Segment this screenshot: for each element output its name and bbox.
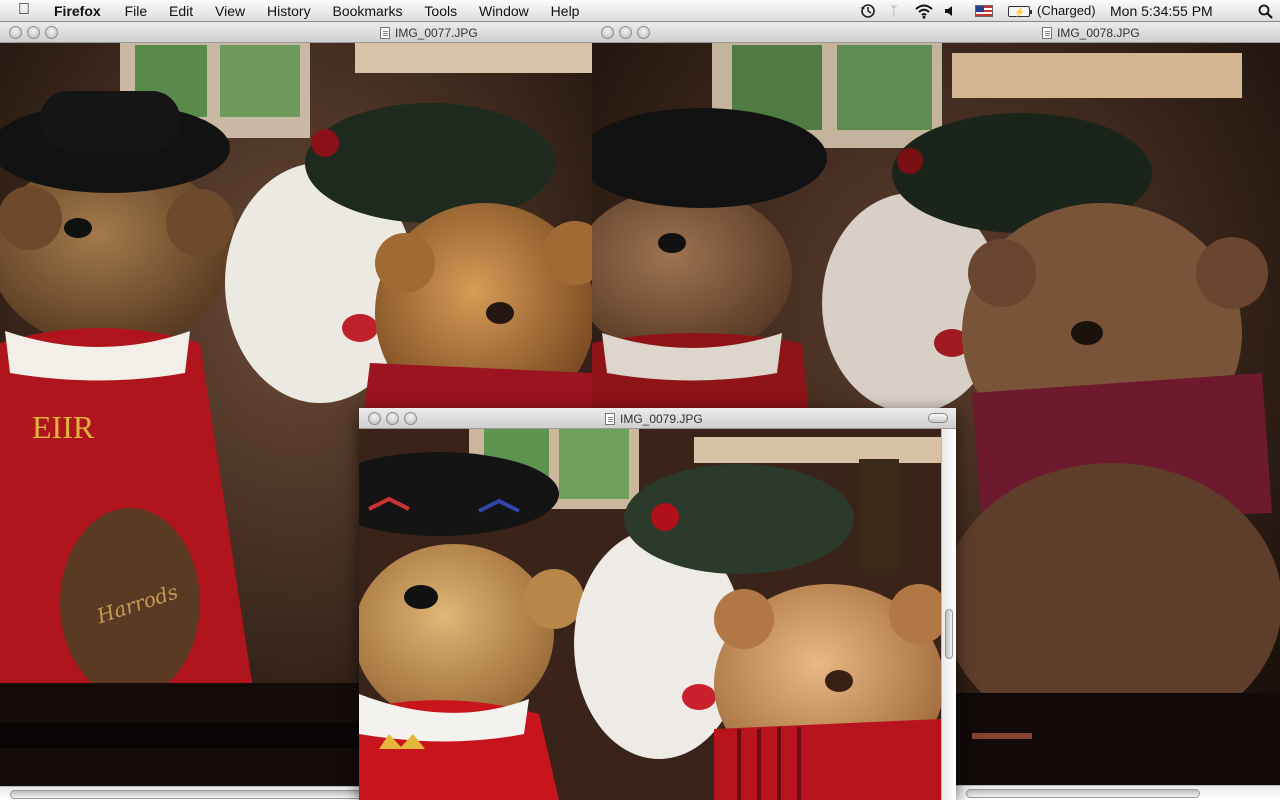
us-flag-icon[interactable] [975, 5, 993, 17]
window-titlebar[interactable]: IMG_0079.JPG [359, 408, 956, 429]
image-window-0079: IMG_0079.JPG [359, 408, 956, 800]
window-title: IMG_0077.JPG [380, 26, 592, 40]
toolbar-toggle-button[interactable] [928, 413, 948, 423]
document-icon [605, 413, 615, 425]
menu-bar:  Firefox File Edit View History Bookmar… [0, 0, 1280, 23]
close-button[interactable] [368, 412, 381, 425]
document-icon [1042, 27, 1052, 39]
document-icon [380, 27, 390, 39]
wifi-icon[interactable] [914, 4, 934, 19]
window-title-text: IMG_0079.JPG [620, 412, 703, 426]
menubar-clock[interactable]: Mon 5:34:55 PM [1110, 0, 1213, 22]
volume-icon[interactable] [944, 5, 956, 17]
window-title-text: IMG_0078.JPG [1057, 26, 1140, 40]
minimize-button[interactable] [27, 26, 40, 39]
window-controls [601, 26, 655, 42]
status-menus: ᛉ (Charged) Mon 5:34:55 PM [860, 0, 1280, 23]
window-title-text: IMG_0077.JPG [395, 26, 478, 40]
zoom-button[interactable] [637, 26, 650, 39]
close-button[interactable] [9, 26, 22, 39]
scrollbar-thumb[interactable] [966, 789, 1200, 798]
photo-img-0079 [359, 429, 941, 800]
close-button[interactable] [601, 26, 614, 39]
battery-status: (Charged) [1037, 3, 1096, 18]
zoom-button[interactable] [45, 26, 58, 39]
window-title: IMG_0079.JPG [605, 412, 956, 426]
menu-items: Firefox File Edit View History Bookmarks… [54, 2, 597, 20]
vertical-scrollbar[interactable] [941, 429, 956, 800]
minimize-button[interactable] [386, 412, 399, 425]
menu-history[interactable]: History [267, 2, 311, 20]
window-title: IMG_0078.JPG [1042, 26, 1280, 40]
window-controls [368, 412, 422, 428]
menu-bookmarks[interactable]: Bookmarks [332, 2, 402, 20]
battery-icon[interactable] [1008, 1, 1032, 23]
window-titlebar[interactable]: IMG_0078.JPG [592, 22, 1280, 43]
window-titlebar[interactable]: IMG_0077.JPG [0, 22, 592, 43]
spotlight-icon[interactable] [1258, 4, 1273, 19]
time-machine-icon[interactable] [860, 3, 876, 19]
menu-tools[interactable]: Tools [424, 2, 457, 20]
scrollbar-thumb[interactable] [945, 609, 953, 659]
apple-icon[interactable]:  [18, 1, 30, 19]
bluetooth-icon[interactable]: ᛉ [890, 0, 898, 22]
minimize-button[interactable] [619, 26, 632, 39]
horizontal-scrollbar[interactable] [956, 785, 1280, 800]
menu-window[interactable]: Window [479, 2, 529, 20]
menu-app-firefox[interactable]: Firefox [54, 2, 101, 20]
window-controls [9, 26, 63, 42]
menu-edit[interactable]: Edit [169, 2, 193, 20]
menu-view[interactable]: View [215, 2, 245, 20]
menu-file[interactable]: File [125, 2, 148, 20]
emblem-text: EIIR [32, 409, 95, 445]
menu-help[interactable]: Help [551, 2, 580, 20]
zoom-button[interactable] [404, 412, 417, 425]
